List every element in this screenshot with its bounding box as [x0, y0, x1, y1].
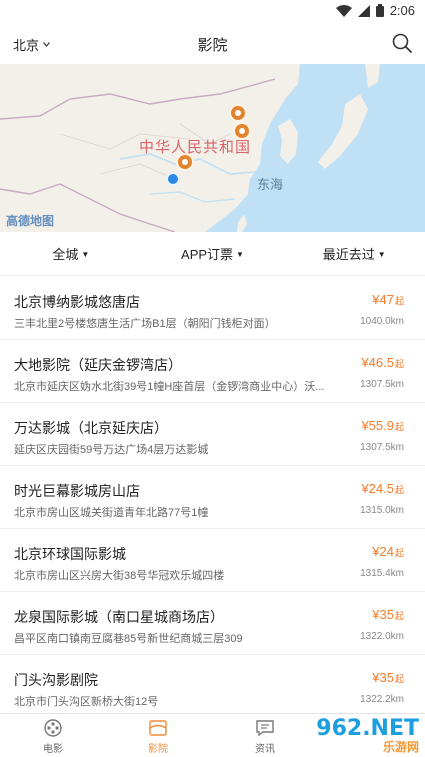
chevron-down-icon: ▼ — [81, 250, 90, 259]
price-suffix: 起 — [394, 674, 404, 684]
current-location-marker — [166, 172, 180, 186]
cinema-price: ¥47起 — [372, 292, 404, 307]
cinema-address: 昌平区南口镇南豆腐巷85号新世纪商城三层309 — [14, 633, 243, 645]
cinema-address: 北京市门头沟区新桥大街12号 — [14, 696, 159, 708]
filter-bar: 全城 ▼ APP订票 ▼ 最近去过 ▼ — [0, 232, 425, 276]
news-chat-icon — [256, 720, 274, 737]
cinema-name: 万达影城（北京延庆店） — [14, 420, 168, 436]
filter-recent[interactable]: 最近去过 ▼ — [283, 244, 425, 263]
cinema-price: ¥24.5起 — [361, 481, 404, 496]
battery-icon — [375, 4, 384, 17]
cinema-address: 北京市延庆区妫水北街39号1幢H座首层（金锣湾商业中心）沃... — [14, 381, 325, 393]
price-value: ¥24.5 — [361, 481, 394, 496]
site-watermark: 962.NET 乐游网 — [316, 716, 419, 755]
status-icons: 2:06 — [335, 3, 415, 18]
list-item[interactable]: 北京博纳影城悠唐店 三丰北里2号楼悠唐生活广场B1层（朝阳门钱柜对面） ¥47起… — [0, 277, 425, 340]
filter-app-booking-label: APP订票 — [181, 247, 234, 262]
list-item[interactable]: 龙泉国际影城（南口星城商场店） 昌平区南口镇南豆腐巷85号新世纪商城三层309 … — [0, 592, 425, 655]
cinema-pin[interactable] — [229, 104, 247, 122]
tab-movies[interactable]: 电影 — [23, 718, 83, 755]
cinema-name: 时光巨幕影城房山店 — [14, 483, 140, 499]
cinema-distance: 1315.0km — [360, 505, 404, 516]
cinema-name: 门头沟影剧院 — [14, 672, 98, 688]
price-value: ¥55.9 — [361, 418, 394, 433]
price-suffix: 起 — [394, 422, 404, 432]
price-value: ¥47 — [372, 292, 394, 307]
cinema-map[interactable]: 中华人民共和国 东海 高德地图 — [0, 64, 425, 232]
cinema-price: ¥35起 — [372, 670, 404, 685]
list-item[interactable]: 时光巨幕影城房山店 北京市房山区城关街道青年北路77号1幢 ¥24.5起 131… — [0, 466, 425, 529]
cinema-name: 北京环球国际影城 — [14, 546, 126, 562]
sea-label: 东海 — [257, 177, 284, 192]
status-time: 2:06 — [389, 3, 415, 18]
film-reel-icon — [44, 719, 62, 737]
cinema-distance: 1307.5km — [360, 379, 404, 390]
cinema-name: 大地影院（延庆金锣湾店） — [14, 357, 182, 373]
cinema-distance: 1307.5km — [360, 442, 404, 453]
cinema-price: ¥55.9起 — [361, 418, 404, 433]
status-bar: 2:06 — [0, 0, 425, 24]
price-suffix: 起 — [394, 611, 404, 621]
tab-cinemas[interactable]: 影院 — [128, 718, 188, 755]
cinema-address: 三丰北里2号楼悠唐生活广场B1层（朝阳门钱柜对面） — [14, 318, 276, 330]
price-value: ¥46.5 — [361, 355, 394, 370]
filter-app-booking[interactable]: APP订票 ▼ — [142, 244, 284, 263]
cinema-name: 龙泉国际影城（南口星城商场店） — [14, 609, 224, 625]
price-value: ¥35 — [372, 670, 394, 685]
country-label: 中华人民共和国 — [139, 139, 252, 156]
list-item[interactable]: 万达影城（北京延庆店） 延庆区庆园街59号万达广场4层万达影城 ¥55.9起 1… — [0, 403, 425, 466]
app-header: 北京 影院 — [0, 24, 425, 64]
chevron-down-icon: ▼ — [236, 250, 244, 259]
cinema-distance: 1040.0km — [360, 316, 404, 327]
wifi-icon — [335, 4, 352, 17]
tab-news-label: 资讯 — [255, 744, 275, 755]
signal-icon — [357, 4, 370, 17]
price-suffix: 起 — [394, 359, 404, 369]
price-value: ¥24 — [372, 544, 394, 559]
page-title: 影院 — [197, 37, 228, 54]
price-value: ¥35 — [372, 607, 394, 622]
tab-movies-label: 电影 — [43, 744, 63, 755]
cinema-screen-icon — [149, 720, 167, 736]
price-suffix: 起 — [394, 485, 404, 495]
price-suffix: 起 — [394, 548, 404, 558]
tab-news[interactable]: 资讯 — [235, 718, 295, 755]
list-item[interactable]: 门头沟影剧院 北京市门头沟区新桥大街12号 ¥35起 1322.2km — [0, 655, 425, 718]
cinema-distance: 1322.2km — [360, 694, 404, 705]
chevron-down-icon: ▼ — [377, 250, 386, 259]
list-item[interactable]: 大地影院（延庆金锣湾店） 北京市延庆区妫水北街39号1幢H座首层（金锣湾商业中心… — [0, 340, 425, 403]
price-suffix: 起 — [394, 296, 404, 306]
cinema-address: 北京市房山区兴房大街38号华冠欢乐城四楼 — [14, 570, 225, 582]
cinema-list: 北京博纳影城悠唐店 三丰北里2号楼悠唐生活广场B1层（朝阳门钱柜对面） ¥47起… — [0, 277, 425, 718]
list-item[interactable]: 北京环球国际影城 北京市房山区兴房大街38号华冠欢乐城四楼 ¥24起 1315.… — [0, 529, 425, 592]
cinema-name: 北京博纳影城悠唐店 — [14, 294, 140, 310]
filter-area[interactable]: 全城 ▼ — [0, 244, 142, 263]
cinema-distance: 1322.0km — [360, 631, 404, 642]
map-provider-logo: 高德地图 — [6, 214, 55, 228]
cinema-price: ¥24起 — [372, 544, 404, 559]
filter-area-label: 全城 — [52, 247, 79, 262]
cinema-address: 北京市房山区城关街道青年北路77号1幢 — [14, 507, 209, 519]
cinema-distance: 1315.4km — [360, 568, 404, 579]
cinema-address: 延庆区庆园街59号万达广场4层万达影城 — [14, 444, 209, 456]
tab-cinemas-label: 影院 — [148, 744, 168, 755]
cinema-price: ¥46.5起 — [361, 355, 404, 370]
cinema-price: ¥35起 — [372, 607, 404, 622]
search-icon[interactable] — [391, 32, 413, 54]
filter-recent-label: 最近去过 — [322, 247, 375, 262]
